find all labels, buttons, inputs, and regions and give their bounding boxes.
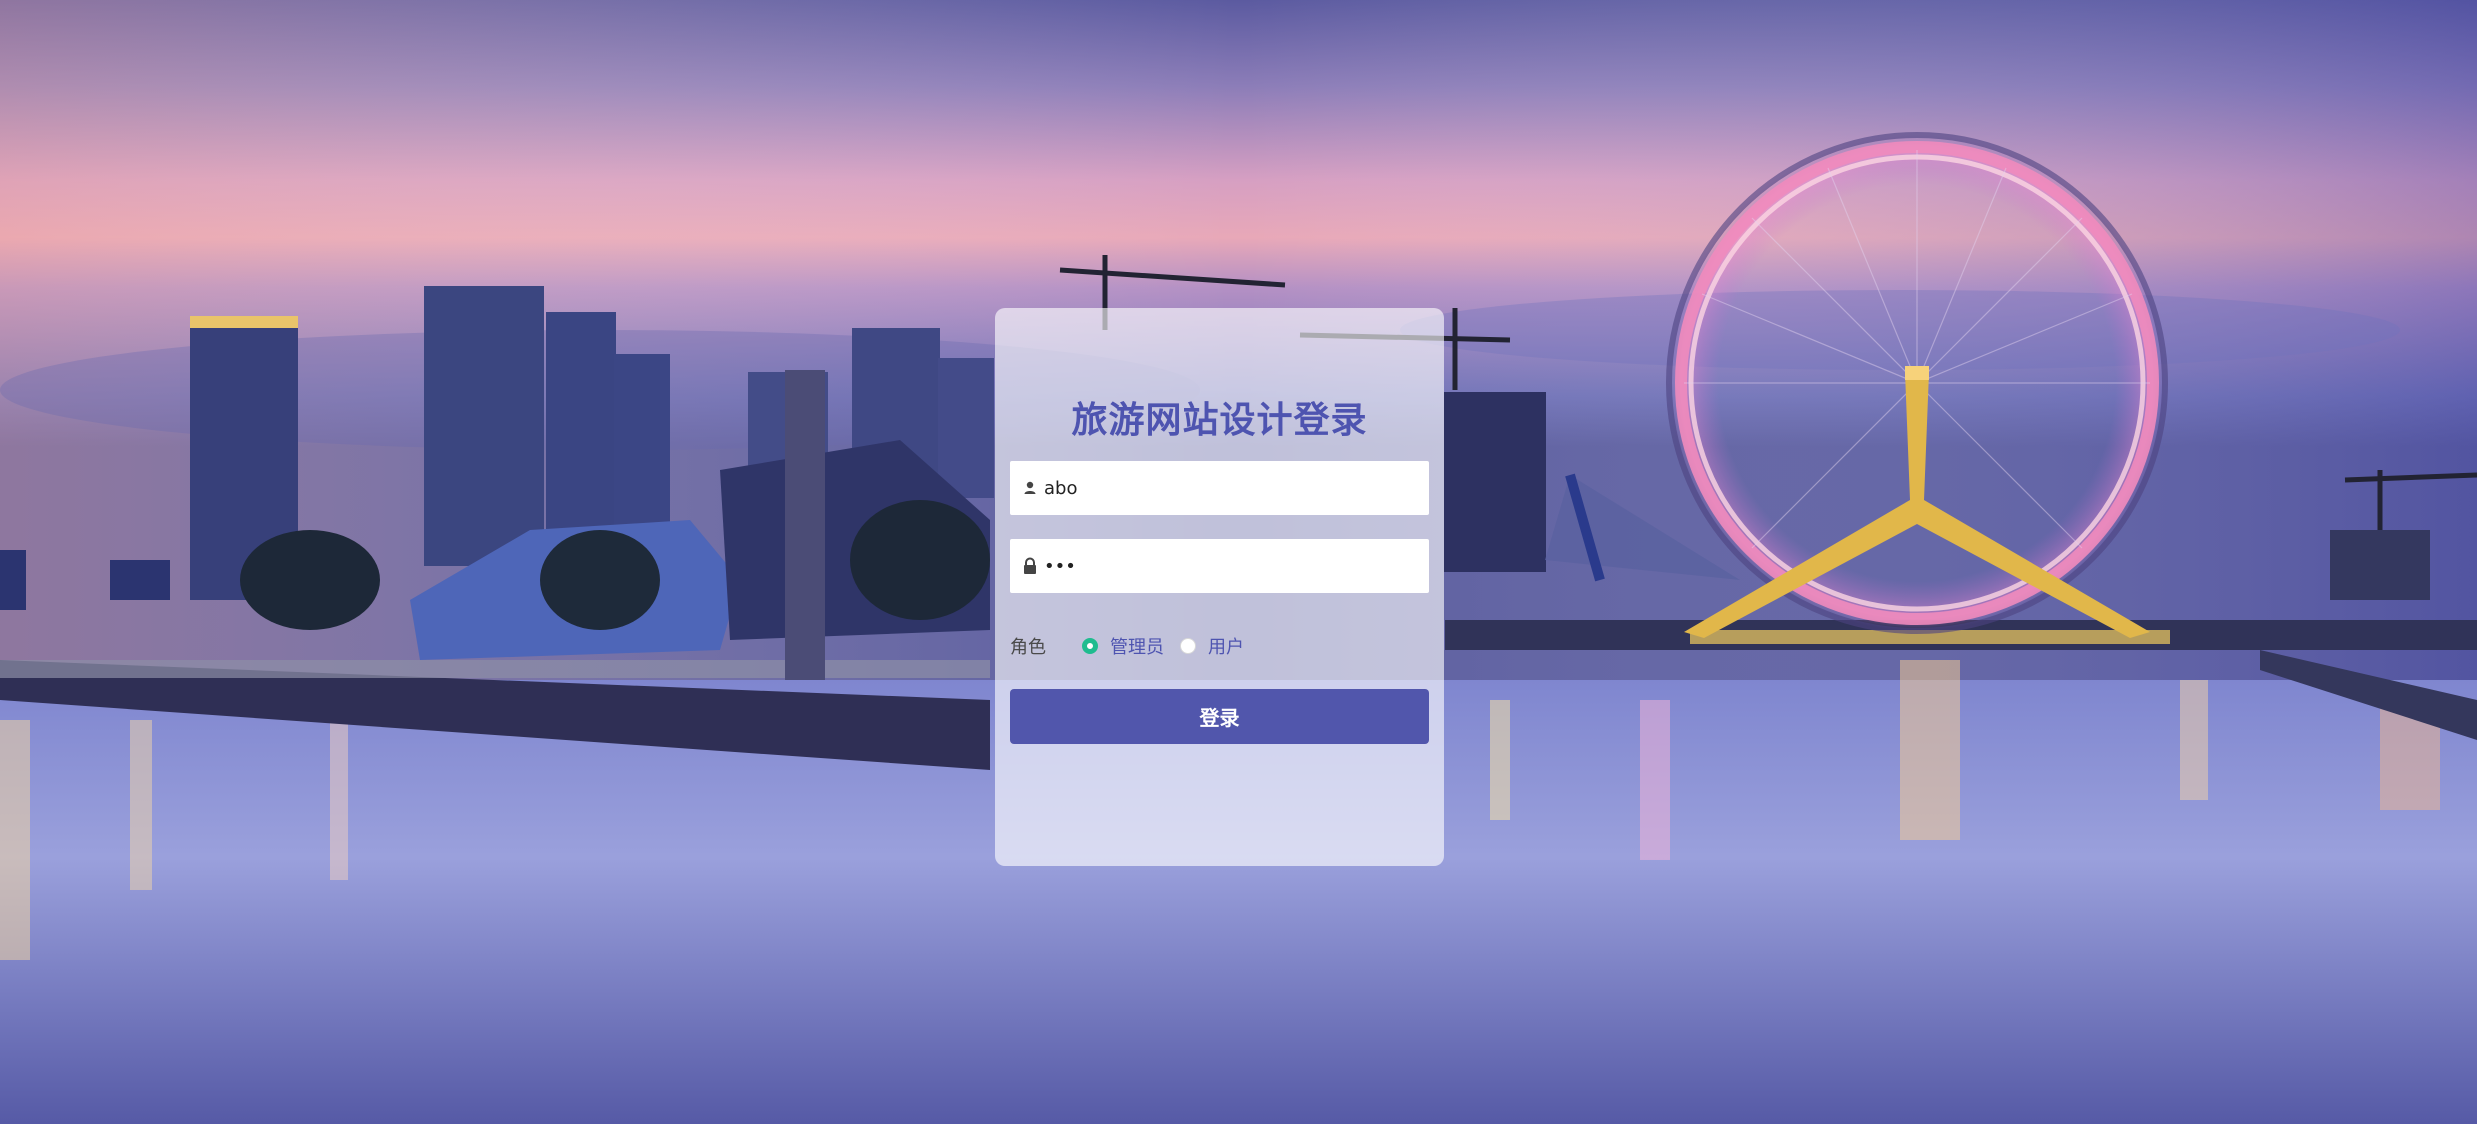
username-input[interactable]: [1044, 461, 1414, 515]
login-button[interactable]: 登录: [1010, 689, 1429, 744]
lock-icon: [1024, 557, 1036, 574]
login-title: 旅游网站设计登录: [1071, 400, 1368, 441]
user-icon: [1024, 481, 1036, 494]
role-option-user[interactable]: 用户: [1180, 633, 1244, 659]
radio-unchecked-icon[interactable]: [1180, 638, 1196, 654]
role-option-label: 用户: [1208, 637, 1244, 658]
role-label: 角色: [1010, 637, 1046, 658]
username-field[interactable]: [1010, 461, 1429, 515]
role-option-admin[interactable]: 管理员: [1082, 633, 1164, 659]
password-input[interactable]: [1044, 539, 1414, 593]
role-selector: 角色 管理员 用户: [1010, 626, 1429, 666]
password-field[interactable]: [1010, 539, 1429, 593]
login-card: 旅游网站设计登录 角色 管理员 用户 登录: [995, 308, 1444, 866]
radio-checked-icon[interactable]: [1082, 638, 1098, 654]
role-option-label: 管理员: [1110, 637, 1164, 658]
